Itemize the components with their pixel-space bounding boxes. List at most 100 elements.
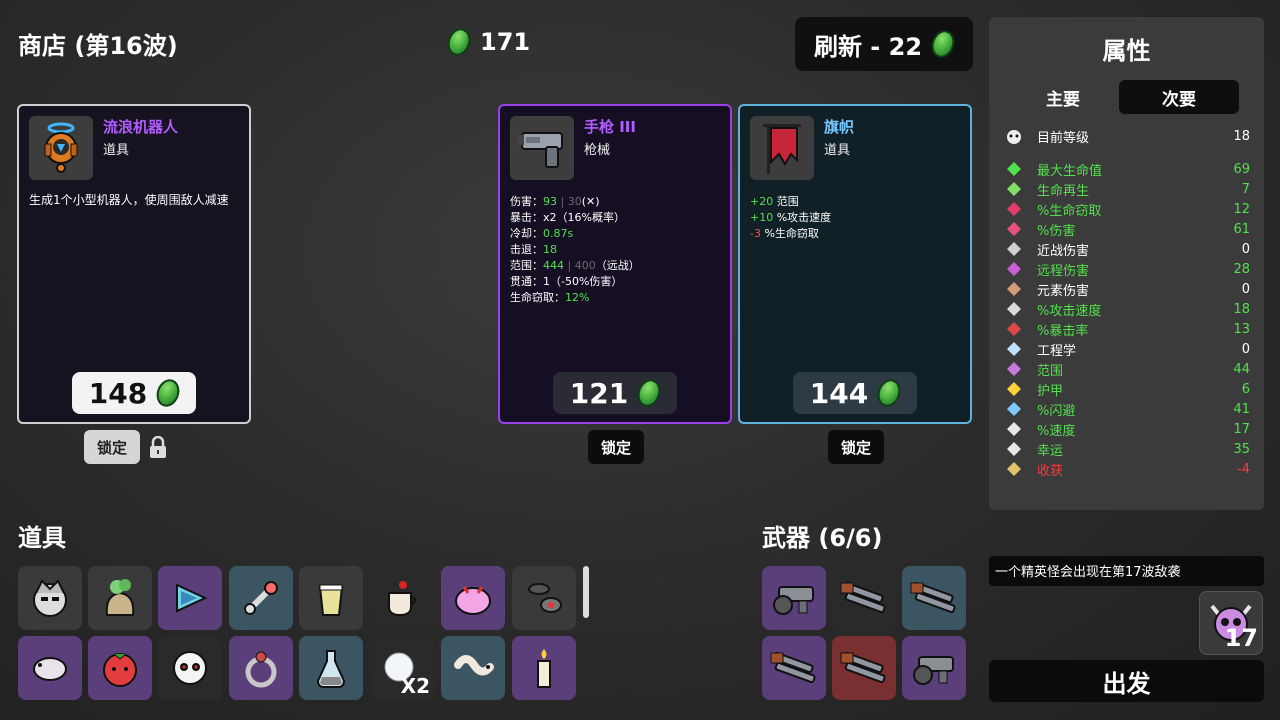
stat-value: 0 xyxy=(1241,241,1250,257)
pink-brain-icon xyxy=(455,586,491,615)
items-section-title: 道具 xyxy=(18,524,66,552)
weapon-slot[interactable] xyxy=(902,636,966,700)
stat-label: 幸运 xyxy=(1037,443,1064,459)
item-slot[interactable] xyxy=(18,636,82,700)
dice-icon xyxy=(1005,440,1023,458)
stat-value: -4 xyxy=(1237,461,1250,477)
item-slot[interactable] xyxy=(512,566,576,630)
card-type: 道具 xyxy=(103,143,130,158)
stat-value: 12 xyxy=(1233,201,1250,217)
stat-line: +10 %攻击速度 xyxy=(750,211,832,224)
item-slot[interactable] xyxy=(229,636,293,700)
lock-button[interactable]: 锁定 xyxy=(588,430,644,464)
stat-value: 41 xyxy=(1233,401,1250,417)
wrench-icon xyxy=(1005,340,1023,358)
robot-icon xyxy=(29,116,93,180)
buy-price-button[interactable]: 148 xyxy=(72,372,196,414)
stat-row: 最大生命值 69 xyxy=(1005,159,1250,179)
weapon-slot[interactable] xyxy=(762,566,826,630)
material-icon xyxy=(443,25,475,59)
prism-icon xyxy=(176,583,208,613)
double-barrel-icon xyxy=(770,651,816,684)
weapons-section-title: 武器 (6/6) xyxy=(762,524,883,552)
price-value: 121 xyxy=(569,376,629,410)
shop-card-wandering-bot[interactable]: 流浪机器人 道具 生成1个小型机器人，使周围敌人减速 148 xyxy=(17,104,251,424)
stat-label: %生命窃取 xyxy=(1037,203,1102,219)
weapon-slot[interactable] xyxy=(902,566,966,630)
refresh-button[interactable]: 刷新 - 22 xyxy=(795,17,973,71)
stat-row: 收获 -4 xyxy=(1005,459,1250,479)
tab-secondary[interactable]: 次要 xyxy=(1119,80,1239,114)
item-slot[interactable] xyxy=(512,636,576,700)
weapon-slot[interactable] xyxy=(832,566,896,630)
ring-icon xyxy=(245,651,277,688)
item-slot[interactable] xyxy=(370,566,434,630)
padlock-icon xyxy=(148,435,168,460)
harvest-icon xyxy=(1005,460,1023,478)
armor-icon xyxy=(1005,380,1023,398)
stat-value: 13 xyxy=(1233,321,1250,337)
item-slot[interactable] xyxy=(158,566,222,630)
weapon-slot[interactable] xyxy=(832,636,896,700)
item-slot[interactable] xyxy=(229,566,293,630)
tomato-icon xyxy=(103,653,137,687)
range-icon xyxy=(1005,360,1023,378)
buy-price-button[interactable]: 121 xyxy=(553,372,677,414)
weapon-slot[interactable] xyxy=(762,636,826,700)
material-icon xyxy=(153,376,184,410)
flag-icon xyxy=(750,116,814,180)
stat-value: 69 xyxy=(1233,161,1250,177)
items-scrollbar[interactable] xyxy=(583,566,589,618)
lock-button[interactable]: 锁定 xyxy=(84,430,140,464)
lock-button[interactable]: 锁定 xyxy=(828,430,884,464)
elite-wave-notice: 一个精英怪会出现在第17波敌袭 xyxy=(989,556,1264,586)
heart-icon xyxy=(1005,160,1023,178)
item-slot[interactable] xyxy=(88,636,152,700)
stat-label: %暴击率 xyxy=(1037,323,1089,339)
stat-line: 范围：444 | 400（远战） xyxy=(510,259,640,272)
item-slot[interactable] xyxy=(18,566,82,630)
stat-label: %闪避 xyxy=(1037,403,1076,419)
shop-card-flag[interactable]: 旗帜 道具 +20 范围 +10 %攻击速度 -3 %生命窃取 144 xyxy=(738,104,972,424)
stat-row: 护甲 6 xyxy=(1005,379,1250,399)
stat-value: 6 xyxy=(1241,381,1250,397)
item-slot[interactable] xyxy=(88,566,152,630)
item-slot[interactable]: X2 xyxy=(370,636,434,700)
shop-card-pistol[interactable]: 手枪 III 枪械 伤害：93 | 30(✕) 暴击：x2（16%概率） 冷却：… xyxy=(498,104,732,424)
stat-row: 工程学 0 xyxy=(1005,339,1250,359)
stat-row: %闪避 41 xyxy=(1005,399,1250,419)
stat-label: 生命再生 xyxy=(1037,183,1090,199)
item-slot[interactable] xyxy=(441,566,505,630)
stat-value: 0 xyxy=(1241,341,1250,357)
tardigrade-icon xyxy=(33,657,67,681)
candle-icon xyxy=(537,649,551,688)
price-value: 144 xyxy=(809,376,869,410)
double-barrel-icon xyxy=(840,581,886,614)
stat-row: %暴击率 13 xyxy=(1005,319,1250,339)
drink-cup-icon xyxy=(318,584,344,616)
stat-value: 35 xyxy=(1233,441,1250,457)
damage-icon xyxy=(1005,220,1023,238)
fire-icon xyxy=(1005,280,1023,298)
tab-primary[interactable]: 主要 xyxy=(1003,80,1123,114)
card-name: 流浪机器人 xyxy=(103,118,179,136)
wrench-gadget-icon xyxy=(243,581,278,616)
item-slot[interactable] xyxy=(158,636,222,700)
bow-icon xyxy=(1005,260,1023,278)
stat-line: 伤害：93 | 30(✕) xyxy=(510,195,600,208)
item-slot[interactable] xyxy=(441,636,505,700)
item-slot[interactable] xyxy=(299,566,363,630)
weapon-stats: 伤害：93 | 30(✕) 暴击：x2（16%概率） 冷却：0.87s 击退：1… xyxy=(510,194,720,306)
stat-line: -3 %生命窃取 xyxy=(750,227,819,240)
stat-row: 范围 44 xyxy=(1005,359,1250,379)
potion-flask-icon xyxy=(316,650,346,688)
stat-label: 近战伤害 xyxy=(1037,243,1090,259)
item-stats: +20 范围 +10 %攻击速度 -3 %生命窃取 xyxy=(750,194,960,242)
stat-row: 幸运 35 xyxy=(1005,439,1250,459)
stat-value: 44 xyxy=(1233,361,1250,377)
pistol-icon xyxy=(510,116,574,180)
item-slot[interactable] xyxy=(299,636,363,700)
buy-price-button[interactable]: 144 xyxy=(793,372,917,414)
go-button[interactable]: 出发 xyxy=(989,660,1264,702)
stack-count: X2 xyxy=(400,674,430,698)
